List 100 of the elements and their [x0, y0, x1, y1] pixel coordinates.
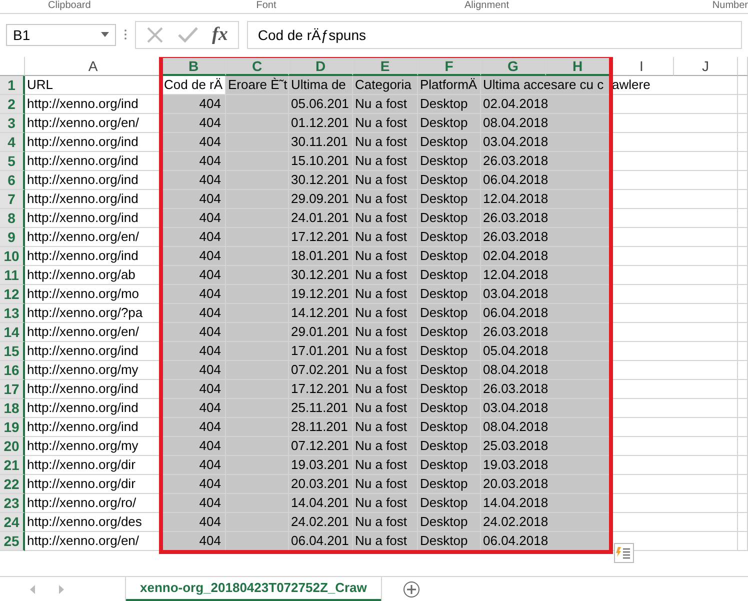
table-cell: 07.02.201: [289, 360, 353, 380]
table-cell: Nu a fost: [353, 398, 418, 418]
row-header[interactable]: 20: [0, 436, 25, 456]
table-cell: Nu a fost: [353, 246, 418, 266]
row-header[interactable]: 23: [0, 494, 25, 513]
column-header[interactable]: F: [418, 56, 481, 76]
row-header[interactable]: 6: [0, 170, 25, 190]
row-header[interactable]: 10: [0, 246, 25, 266]
column-header[interactable]: H: [546, 56, 610, 76]
table-cell: Nu a fost: [353, 304, 418, 323]
table-cell: 30.12.201: [289, 266, 353, 285]
column-header[interactable]: I: [610, 56, 674, 76]
row-header[interactable]: 19: [0, 418, 25, 437]
table-cell: 19.03.201: [289, 456, 353, 475]
table-cell: 07.12.201: [289, 436, 353, 456]
table-cell: [738, 152, 748, 171]
row-header[interactable]: 16: [0, 360, 25, 380]
table-cell: 26.03.2018: [481, 208, 738, 228]
row-header[interactable]: 17: [0, 380, 25, 399]
table-cell: 404: [162, 266, 226, 285]
table-cell: Desktop: [418, 474, 481, 494]
row-header[interactable]: 22: [0, 474, 25, 494]
table-cell: 28.11.201: [289, 418, 353, 437]
table-cell: 404: [162, 474, 226, 494]
table-cell: [738, 512, 748, 532]
row-header[interactable]: 3: [0, 114, 25, 133]
table-cell: 12.04.2018: [481, 190, 738, 209]
table-cell: Desktop: [418, 360, 481, 380]
table-cell: Desktop: [418, 380, 481, 399]
row-header[interactable]: 11: [0, 266, 25, 285]
column-header[interactable]: G: [481, 56, 546, 76]
table-cell: [738, 170, 748, 190]
table-cell: Nu a fost: [353, 360, 418, 380]
row-header[interactable]: 24: [0, 512, 25, 532]
row-header[interactable]: 21: [0, 456, 25, 475]
dropdown-arrow-icon[interactable]: [101, 32, 109, 38]
row-header[interactable]: 5: [0, 152, 25, 171]
formula-input[interactable]: Cod de rÄƒspuns: [246, 20, 742, 49]
check-icon[interactable]: [178, 26, 198, 43]
row-header[interactable]: 9: [0, 228, 25, 247]
table-cell: Nu a fost: [353, 494, 418, 513]
row-header[interactable]: 13: [0, 304, 25, 323]
table-cell: Desktop: [418, 456, 481, 475]
table-cell: Desktop: [418, 94, 481, 114]
next-sheet-icon[interactable]: [58, 584, 64, 594]
table-cell: Desktop: [418, 304, 481, 323]
table-cell: 05.06.201: [289, 94, 353, 114]
table-cell: 14.04.2018: [481, 494, 738, 513]
row-header[interactable]: 1: [0, 76, 25, 95]
row-header[interactable]: 12: [0, 284, 25, 304]
row-header[interactable]: 18: [0, 398, 25, 418]
table-cell: 24.01.201: [289, 208, 353, 228]
row-header[interactable]: 2: [0, 94, 25, 114]
column-header[interactable]: E: [353, 56, 418, 76]
column-header[interactable]: [738, 56, 748, 76]
select-all-corner[interactable]: [0, 56, 25, 76]
insert-function-button[interactable]: fx: [212, 24, 228, 46]
table-cell: 15.10.201: [289, 152, 353, 171]
table-cell: Nu a fost: [353, 190, 418, 209]
column-header[interactable]: J: [674, 56, 738, 76]
table-cell: 08.04.2018: [481, 114, 738, 133]
cancel-icon[interactable]: [146, 26, 164, 44]
table-cell: [738, 380, 748, 399]
table-cell: [226, 532, 289, 551]
table-cell: [738, 114, 748, 133]
table-cell: PlatformÄ: [418, 76, 481, 95]
new-sheet-icon[interactable]: [402, 580, 420, 598]
table-cell: [738, 322, 748, 342]
table-cell: [738, 398, 748, 418]
table-cell: [738, 474, 748, 494]
table-cell: 404: [162, 360, 226, 380]
column-header[interactable]: C: [226, 56, 289, 76]
previous-sheet-icon[interactable]: [30, 584, 36, 594]
table-cell: Nu a fost: [353, 94, 418, 114]
name-box[interactable]: B1: [6, 24, 116, 46]
table-cell: 20.03.201: [289, 474, 353, 494]
table-cell: 404: [162, 228, 226, 247]
row-header[interactable]: 8: [0, 208, 25, 228]
table-cell: Nu a fost: [353, 284, 418, 304]
table-cell: 404: [162, 132, 226, 152]
table-cell: 404: [162, 380, 226, 399]
row-header[interactable]: 14: [0, 322, 25, 342]
table-cell: 06.04.201: [289, 532, 353, 551]
table-cell: [738, 494, 748, 513]
quick-analysis-icon[interactable]: [614, 542, 634, 563]
table-cell: [738, 228, 748, 247]
column-header[interactable]: D: [289, 56, 353, 76]
row-header[interactable]: 25: [0, 532, 25, 551]
table-cell: Nu a fost: [353, 170, 418, 190]
row-header[interactable]: 4: [0, 132, 25, 152]
table-cell: [738, 94, 748, 114]
table-cell: 404: [162, 208, 226, 228]
table-cell: Desktop: [418, 152, 481, 171]
table-cell: [738, 132, 748, 152]
row-header[interactable]: 15: [0, 342, 25, 361]
column-header[interactable]: B: [162, 56, 226, 76]
table-cell: 19.03.2018: [481, 456, 738, 475]
row-header[interactable]: 7: [0, 190, 25, 209]
ribbon-group-label: Number: [712, 0, 748, 11]
table-cell: [738, 304, 748, 323]
